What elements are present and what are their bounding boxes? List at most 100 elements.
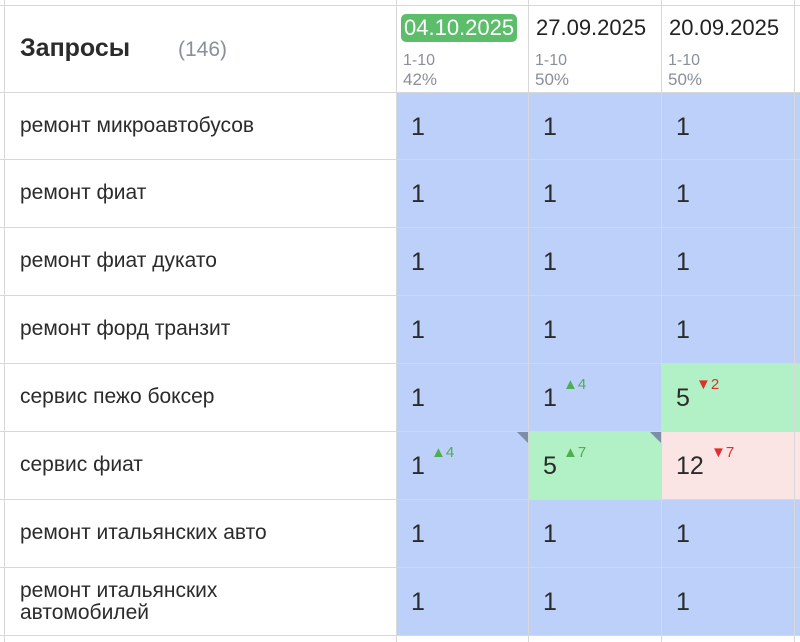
column-range: 1-10 (668, 52, 701, 69)
query-count: (146) (178, 38, 228, 61)
table-row: сервис пежо боксер 1 1 ▲4 5 ▼2 (0, 364, 800, 431)
position-value: 1 (543, 113, 557, 141)
position-value: 5 (676, 384, 690, 412)
column-date[interactable]: 04.10.2025 (401, 14, 518, 42)
column-percent: 50% (668, 70, 703, 89)
position-value: 1 (543, 520, 557, 548)
position-value: 1 (676, 248, 690, 276)
table-row: ремонт форд транзит 1 1 1 (0, 296, 800, 363)
position-cell[interactable]: 1 (529, 296, 662, 363)
grid-line (0, 635, 800, 636)
position-cell[interactable]: 1 (662, 228, 800, 295)
position-value: 1 (411, 113, 425, 141)
position-value: 1 (411, 384, 425, 412)
position-value: 1 (676, 113, 690, 141)
grid-line (794, 0, 795, 642)
position-value: 1 (543, 248, 557, 276)
table-row: ремонт фиат дукато 1 1 1 (0, 228, 800, 295)
query-label: сервис фиат (20, 453, 143, 476)
position-cell[interactable]: 5 ▲7 (529, 432, 662, 499)
query-label: сервис пежо боксер (20, 385, 215, 408)
position-cell[interactable]: 1 (662, 500, 800, 567)
page-title: Запросы (20, 34, 131, 62)
table-row: сервис фиат 1 ▲4 5 ▲7 12 ▼7 (0, 432, 800, 499)
position-cell[interactable]: 1 ▲4 (397, 432, 529, 499)
position-cell[interactable]: 1 (529, 93, 662, 160)
position-value: 1 (411, 316, 425, 344)
position-cell[interactable]: 1 (662, 160, 800, 227)
position-value: 1 (676, 588, 690, 616)
position-cell[interactable]: 1 (529, 228, 662, 295)
table-row: ремонт итальянских авто 1 1 1 (0, 500, 800, 567)
position-value: 1 (676, 520, 690, 548)
position-cell[interactable]: 1 (529, 500, 662, 567)
column-range: 1-10 (403, 52, 436, 69)
date-column-header[interactable]: 27.09.2025 1-10 50% (529, 0, 662, 92)
table-row: ремонт фиат 1 1 1 (0, 160, 800, 227)
column-date[interactable]: 27.09.2025 (533, 14, 649, 42)
position-cell[interactable]: 1 (397, 160, 529, 227)
position-value: 1 (411, 520, 425, 548)
position-cell[interactable]: 1 (397, 364, 529, 431)
grid-line (661, 0, 662, 642)
table-row: ремонт микроавтобусов 1 1 1 (0, 93, 800, 160)
query-label: ремонт итальянских авто (20, 521, 267, 544)
position-value: 1 (411, 180, 425, 208)
position-change: ▼2 (696, 376, 720, 393)
grid-line (4, 0, 5, 642)
position-value: 1 (543, 180, 557, 208)
position-cell[interactable]: 1 (397, 93, 529, 160)
position-change: ▼7 (711, 444, 735, 461)
grid-line (0, 499, 800, 500)
grid-line (0, 363, 800, 364)
position-cell[interactable]: 1 (662, 93, 800, 160)
position-cell[interactable]: 5 ▼2 (662, 364, 800, 431)
position-value: 1 (411, 248, 425, 276)
grid-line (0, 92, 800, 93)
position-cell[interactable]: 1 (397, 500, 529, 567)
grid-line (528, 0, 529, 642)
query-label: ремонт фиат (20, 181, 147, 204)
date-column-header[interactable]: 04.10.2025 1-10 42% (397, 0, 529, 92)
position-cell[interactable]: 1 (529, 160, 662, 227)
position-change: ▲4 (431, 444, 455, 461)
position-value: 5 (543, 452, 557, 480)
position-cell[interactable]: 12 ▼7 (662, 432, 800, 499)
position-value: 12 (676, 452, 704, 480)
position-cell[interactable]: 1 (662, 296, 800, 363)
position-cell[interactable]: 1 (397, 568, 529, 635)
column-date[interactable]: 20.09.2025 (666, 14, 782, 42)
position-cell[interactable]: 1 ▲4 (529, 364, 662, 431)
position-change: ▲7 (563, 444, 587, 461)
position-value: 1 (543, 384, 557, 412)
position-value: 1 (676, 180, 690, 208)
position-cell[interactable]: 1 (397, 296, 529, 363)
date-column-header[interactable]: 20.09.2025 1-10 50% (662, 0, 800, 92)
position-cell[interactable]: 1 (529, 568, 662, 635)
grid-line (0, 227, 800, 228)
position-value: 1 (543, 316, 557, 344)
positions-table: Запросы (146) 04.10.2025 1-10 42% 27.09.202… (0, 0, 800, 642)
query-label: ремонт форд транзит (20, 317, 231, 340)
position-change: ▲4 (563, 376, 587, 393)
position-value: 1 (411, 588, 425, 616)
column-percent: 42% (403, 70, 438, 89)
grid-line (0, 159, 800, 160)
table-header: Запросы (146) (0, 0, 396, 92)
position-cell[interactable]: 1 (662, 568, 800, 635)
query-label: ремонт итальянских автомобилей (20, 579, 218, 624)
position-cell[interactable]: 1 (397, 228, 529, 295)
grid-line (0, 295, 800, 296)
position-value: 1 (543, 588, 557, 616)
query-label: ремонт микроавтобусов (20, 114, 255, 137)
position-value: 1 (411, 452, 425, 480)
query-label: ремонт фиат дукато (20, 249, 217, 272)
column-range: 1-10 (535, 52, 568, 69)
grid-line (0, 431, 800, 432)
grid-line (0, 567, 800, 568)
grid-line (396, 0, 397, 642)
position-value: 1 (676, 316, 690, 344)
table-row: ремонт итальянских автомобилей 1 1 1 (0, 568, 800, 635)
column-percent: 50% (535, 70, 570, 89)
grid-line (0, 5, 800, 6)
